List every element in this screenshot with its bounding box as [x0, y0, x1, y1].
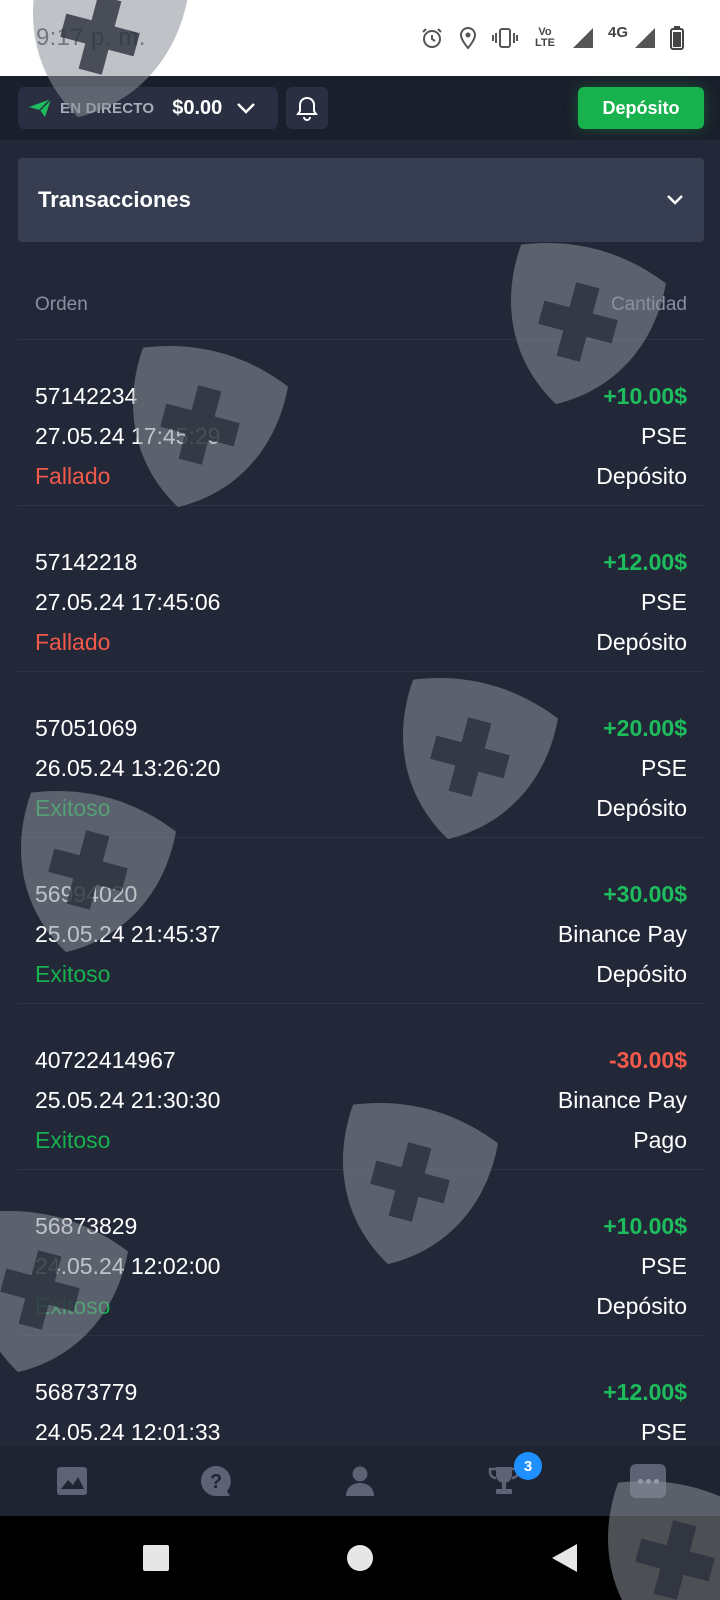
nav-tournaments[interactable]: 3 — [432, 1446, 576, 1516]
order-amount: +10.00$ — [603, 1213, 687, 1239]
nav-help[interactable]: ? — [144, 1446, 288, 1516]
chevron-down-icon — [666, 194, 684, 206]
order-id: 56873829 — [35, 1213, 138, 1239]
help-icon: ? — [199, 1464, 233, 1498]
app-header: EN DIRECTO $0.00 Depósito — [0, 76, 720, 140]
square-icon — [142, 1544, 170, 1572]
chevron-down-icon — [236, 102, 256, 114]
payment-method: PSE — [640, 1253, 687, 1279]
alarm-icon — [420, 26, 444, 50]
transaction-type: Depósito — [596, 961, 687, 987]
battery-icon — [670, 26, 684, 50]
transaction-type: Depósito — [596, 463, 687, 489]
home-button[interactable] — [340, 1542, 380, 1574]
transaction-type: Depósito — [596, 629, 687, 655]
system-nav-bar — [0, 1516, 720, 1600]
order-amount: +20.00$ — [603, 715, 687, 741]
network-type: 4G — [607, 23, 628, 41]
order-id: 56994020 — [35, 881, 138, 907]
volte-icon: Vo LTE — [535, 26, 555, 49]
table-row[interactable]: 57051069 26.05.24 13:26:20 Exitoso +20.0… — [18, 672, 704, 838]
payment-method: PSE — [640, 1419, 687, 1445]
back-button[interactable] — [544, 1542, 584, 1574]
bell-icon — [296, 95, 318, 121]
payment-method: Binance Pay — [557, 1087, 687, 1113]
order-amount: -30.00$ — [608, 1047, 687, 1073]
payment-method: Binance Pay — [557, 921, 687, 947]
order-id: 56873779 — [35, 1379, 138, 1405]
order-datetime: 25.05.24 21:30:30 — [35, 1087, 221, 1113]
order-amount: +12.00$ — [603, 1379, 687, 1405]
table-row[interactable]: 56994020 25.05.24 21:45:37 Exitoso +30.0… — [18, 838, 704, 1004]
bottom-nav: ? 3 — [0, 1446, 720, 1516]
table-row[interactable]: 56873829 24.05.24 12:02:00 Exitoso +10.0… — [18, 1170, 704, 1336]
location-icon — [458, 26, 478, 50]
recent-apps-button[interactable] — [136, 1542, 176, 1574]
profile-icon — [345, 1465, 375, 1497]
nav-trading[interactable] — [0, 1446, 144, 1516]
transaction-type: Depósito — [596, 1293, 687, 1319]
table-row[interactable]: 40722414967 25.05.24 21:30:30 Exitoso -3… — [18, 1004, 704, 1170]
status-icons: Vo LTE 4G — [420, 23, 684, 50]
column-header-order: Orden — [35, 293, 88, 315]
order-status: Exitoso — [35, 1127, 111, 1153]
circle-icon — [346, 1544, 374, 1572]
order-datetime: 24.05.24 12:02:00 — [35, 1253, 221, 1279]
payment-method: PSE — [640, 423, 687, 449]
order-datetime: 26.05.24 13:26:20 — [35, 755, 221, 781]
notification-badge: 3 — [514, 1452, 542, 1480]
order-status: Exitoso — [35, 1293, 111, 1319]
nav-profile[interactable] — [288, 1446, 432, 1516]
notifications-button[interactable] — [286, 87, 328, 129]
order-amount: +30.00$ — [603, 881, 687, 907]
order-id: 57142218 — [35, 549, 138, 575]
nav-more[interactable] — [576, 1446, 720, 1516]
order-datetime: 27.05.24 17:45:06 — [35, 589, 221, 615]
order-status: Exitoso — [35, 795, 111, 821]
order-amount: +12.00$ — [603, 549, 687, 575]
order-datetime: 27.05.24 17:45:29 — [35, 423, 221, 449]
payment-method: PSE — [640, 755, 687, 781]
more-icon — [630, 1464, 666, 1498]
signal-icon — [572, 27, 594, 49]
order-datetime: 25.05.24 21:45:37 — [35, 921, 221, 947]
account-switcher[interactable]: EN DIRECTO $0.00 — [18, 87, 278, 129]
order-id: 57051069 — [35, 715, 138, 741]
order-datetime: 24.05.24 12:01:33 — [35, 1419, 221, 1445]
chart-icon — [56, 1466, 88, 1496]
order-amount: +10.00$ — [603, 383, 687, 409]
main-content: Transacciones Orden Cantidad 57142234 27… — [0, 140, 720, 1446]
table-row[interactable]: 56873779 24.05.24 12:01:33 +12.00$ PSE — [18, 1336, 704, 1446]
signal-icon-2 — [634, 27, 656, 49]
section-title: Transacciones — [38, 187, 191, 212]
deposit-button[interactable]: Depósito — [578, 87, 704, 129]
transaction-type: Pago — [633, 1127, 687, 1153]
order-status: Exitoso — [35, 961, 111, 987]
triangle-back-icon — [550, 1543, 578, 1573]
payment-method: PSE — [640, 589, 687, 615]
column-header-amount: Cantidad — [610, 293, 687, 315]
live-label: EN DIRECTO — [60, 99, 155, 117]
transaction-type: Depósito — [596, 795, 687, 821]
transactions-dropdown[interactable]: Transacciones — [18, 158, 704, 242]
order-status: Fallado — [35, 463, 111, 489]
status-bar: 9:17 p. m. Vo LTE 4G — [0, 0, 720, 76]
order-id: 40722414967 — [35, 1047, 176, 1073]
vibrate-icon — [491, 26, 518, 50]
status-time: 9:17 p. m. — [36, 24, 146, 51]
balance-value: $0.00 — [172, 96, 223, 119]
svg-text:?: ? — [210, 1471, 222, 1493]
transactions-list: 57142234 27.05.24 17:45:29 Fallado +10.0… — [18, 340, 704, 1446]
table-row[interactable]: 57142218 27.05.24 17:45:06 Fallado +12.0… — [18, 506, 704, 672]
paper-plane-icon — [28, 98, 52, 118]
table-row[interactable]: 57142234 27.05.24 17:45:29 Fallado +10.0… — [18, 340, 704, 506]
order-id: 57142234 — [35, 383, 138, 409]
table-header: Orden Cantidad — [18, 270, 704, 340]
order-status: Fallado — [35, 629, 111, 655]
